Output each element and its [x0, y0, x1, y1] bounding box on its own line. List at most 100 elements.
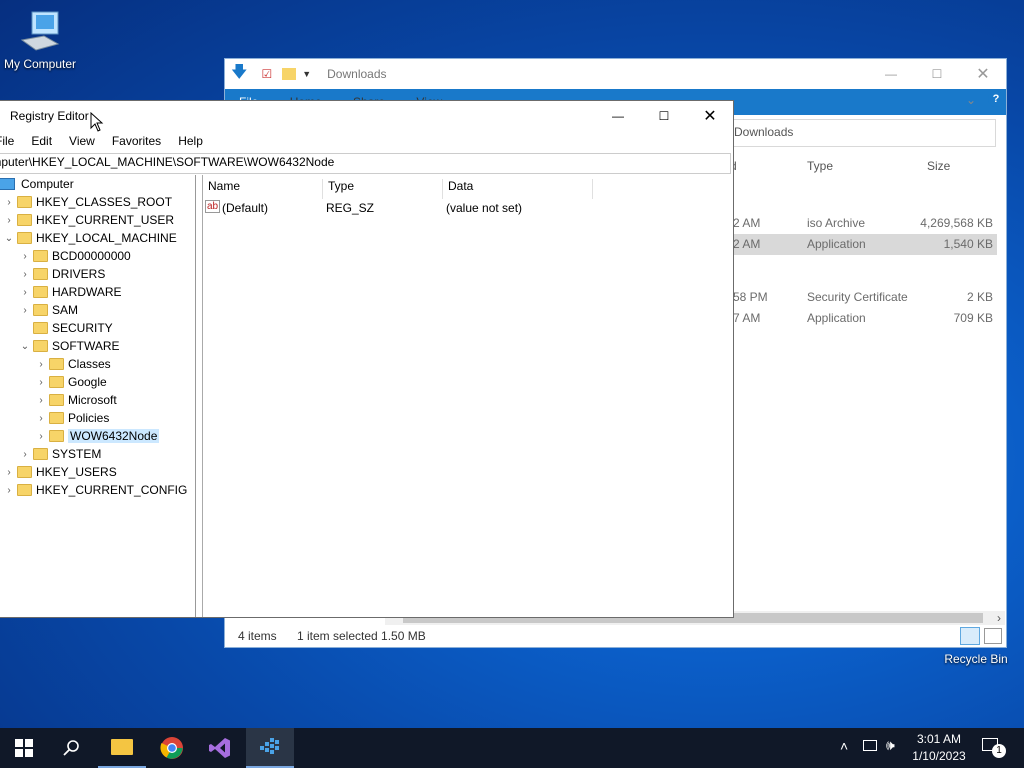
- tree-node-policies[interactable]: › Policies: [35, 409, 109, 427]
- taskbar-chrome[interactable]: [148, 728, 196, 768]
- search-button[interactable]: [48, 728, 96, 768]
- volume-icon[interactable]: 🕪: [886, 737, 895, 754]
- regedit-menu-bar: File Edit View Favorites Help: [0, 131, 733, 153]
- taskbar-file-explorer[interactable]: [98, 728, 146, 768]
- regedit-minimize-button[interactable]: —: [595, 101, 641, 131]
- folder-icon: [33, 322, 48, 334]
- collapsed-chevron-icon[interactable]: ›: [3, 197, 15, 208]
- download-icon[interactable]: 🡇: [231, 61, 247, 88]
- tree-node-hkey-local-machine[interactable]: ⌄ HKEY_LOCAL_MACHINE: [3, 229, 177, 247]
- collapsed-chevron-icon[interactable]: ›: [19, 251, 31, 262]
- menu-view[interactable]: View: [61, 131, 104, 153]
- registry-tree[interactable]: Computer › HKEY_CLASSES_ROOT › HKEY_CURRENT_…: [0, 175, 196, 617]
- file-row[interactable]: 2 AM Application 1,540 KB: [729, 234, 997, 255]
- my-computer-desktop-icon[interactable]: My Computer: [0, 10, 80, 71]
- action-center-button[interactable]: 1: [982, 738, 1006, 758]
- column-type-header[interactable]: Type: [323, 179, 443, 199]
- tree-node-label: Policies: [68, 411, 110, 425]
- expanded-chevron-icon[interactable]: ⌄: [19, 341, 31, 352]
- tree-node-microsoft[interactable]: › Microsoft: [35, 391, 116, 409]
- taskbar-visual-studio[interactable]: [196, 728, 244, 768]
- tree-node-google[interactable]: › Google: [35, 373, 106, 391]
- menu-file[interactable]: File: [0, 131, 23, 153]
- menu-help[interactable]: Help: [170, 131, 212, 153]
- explorer-minimize-button[interactable]: —: [868, 59, 914, 89]
- file-row[interactable]: 2 AM iso Archive 4,269,568 KB: [729, 213, 997, 234]
- collapsed-chevron-icon[interactable]: ›: [19, 287, 31, 298]
- tree-node-hkey-users[interactable]: › HKEY_USERS: [3, 463, 116, 481]
- properties-icon[interactable]: ☑: [261, 67, 272, 81]
- column-data-header[interactable]: Data: [443, 179, 593, 199]
- collapsed-chevron-icon[interactable]: ›: [3, 215, 15, 226]
- tree-node-label: SAM: [52, 303, 79, 317]
- explorer-address-bar[interactable]: Downloads: [725, 119, 996, 147]
- collapsed-chevron-icon[interactable]: ›: [35, 377, 47, 388]
- collapsed-chevron-icon[interactable]: ›: [19, 305, 31, 316]
- folder-icon: [49, 412, 64, 424]
- file-row[interactable]: 7 AM Application 709 KB: [729, 308, 997, 329]
- column-type-header[interactable]: Type: [807, 159, 833, 173]
- tree-node-sam[interactable]: › SAM: [19, 301, 78, 319]
- folder-icon: [49, 358, 64, 370]
- column-name-header[interactable]: Name: [203, 179, 323, 199]
- tree-node-label: HKEY_CURRENT_CONFIG: [36, 483, 188, 497]
- file-row[interactable]: 58 PM Security Certificate 2 KB: [729, 287, 997, 308]
- collapsed-chevron-icon[interactable]: ›: [3, 467, 15, 478]
- regedit-titlebar[interactable]: Registry Editor — ☐ ✕: [0, 101, 733, 131]
- explorer-maximize-button[interactable]: ☐: [914, 59, 960, 89]
- collapsed-chevron-icon[interactable]: ›: [35, 359, 47, 370]
- quick-access-dropdown-icon[interactable]: ▼: [302, 69, 311, 79]
- large-icons-view-icon[interactable]: [984, 628, 1002, 644]
- tree-node-computer[interactable]: Computer: [0, 175, 74, 193]
- expanded-chevron-icon[interactable]: ⌄: [3, 233, 15, 244]
- value-row-default[interactable]: ab (Default) REG_SZ (value not set): [203, 199, 723, 219]
- tree-node-hkey-classes-root[interactable]: › HKEY_CLASSES_ROOT: [3, 193, 172, 211]
- tree-node-hkey-current-user[interactable]: › HKEY_CURRENT_USER: [3, 211, 174, 229]
- tree-node-software[interactable]: ⌄ SOFTWARE: [19, 337, 120, 355]
- tree-node-classes[interactable]: › Classes: [35, 355, 110, 373]
- tree-node-hkey-current-config[interactable]: › HKEY_CURRENT_CONFIG: [3, 481, 187, 499]
- folder-icon: [49, 376, 64, 388]
- recycle-bin-desktop-icon[interactable]: Recycle Bin: [938, 652, 1014, 666]
- tree-node-wow6432node[interactable]: › WOW6432Node: [35, 427, 160, 445]
- tree-node-label: WOW6432Node: [68, 429, 160, 443]
- collapsed-chevron-icon[interactable]: ›: [19, 449, 31, 460]
- collapsed-chevron-icon[interactable]: ›: [35, 395, 47, 406]
- tree-node-security[interactable]: SECURITY: [19, 319, 113, 337]
- file-size: 709 KB: [953, 311, 993, 325]
- file-date: 7 AM: [733, 311, 761, 325]
- start-button[interactable]: [0, 728, 48, 768]
- explorer-close-button[interactable]: ✕: [960, 59, 1006, 89]
- folder-icon[interactable]: [282, 68, 297, 80]
- column-size-header[interactable]: Size: [927, 159, 950, 173]
- help-icon[interactable]: ?: [988, 91, 1004, 107]
- tree-node-hardware[interactable]: › HARDWARE: [19, 283, 122, 301]
- collapsed-chevron-icon[interactable]: ›: [35, 413, 47, 424]
- notification-badge: 1: [992, 744, 1006, 758]
- menu-edit[interactable]: Edit: [23, 131, 61, 153]
- collapsed-chevron-icon[interactable]: ›: [3, 485, 15, 496]
- tree-node-label: HARDWARE: [52, 285, 122, 299]
- regedit-address-bar[interactable]: Computer\HKEY_LOCAL_MACHINE\SOFTWARE\WOW…: [0, 153, 731, 174]
- tree-node-bcd00000000[interactable]: › BCD00000000: [19, 247, 130, 265]
- menu-favorites[interactable]: Favorites: [104, 131, 170, 153]
- regedit-close-button[interactable]: ✕: [687, 101, 733, 131]
- scroll-right-icon[interactable]: ›: [997, 611, 1001, 625]
- clock[interactable]: 3:01 AM 1/10/2023: [908, 731, 970, 765]
- collapsed-chevron-icon[interactable]: ›: [19, 269, 31, 280]
- collapsed-chevron-icon[interactable]: ›: [35, 431, 47, 442]
- ribbon-expand-icon[interactable]: ⌄: [966, 93, 976, 107]
- selection-info: 1 item selected 1.50 MB: [297, 629, 426, 643]
- file-date: 2 AM: [733, 216, 761, 230]
- network-icon[interactable]: [863, 740, 877, 751]
- details-view-icon[interactable]: [960, 627, 980, 645]
- registry-values-list[interactable]: Name Type Data ab (Default) REG_SZ (valu…: [202, 175, 733, 617]
- registry-editor-window[interactable]: Registry Editor — ☐ ✕ File Edit View Fav…: [0, 100, 734, 618]
- file-size: 1,540 KB: [943, 237, 993, 251]
- chrome-icon: [160, 737, 183, 759]
- show-hidden-icons-icon[interactable]: ˄: [840, 738, 848, 754]
- taskbar-registry-editor[interactable]: [246, 728, 294, 768]
- tree-node-system[interactable]: › SYSTEM: [19, 445, 101, 463]
- tree-node-drivers[interactable]: › DRIVERS: [19, 265, 105, 283]
- regedit-maximize-button[interactable]: ☐: [641, 101, 687, 131]
